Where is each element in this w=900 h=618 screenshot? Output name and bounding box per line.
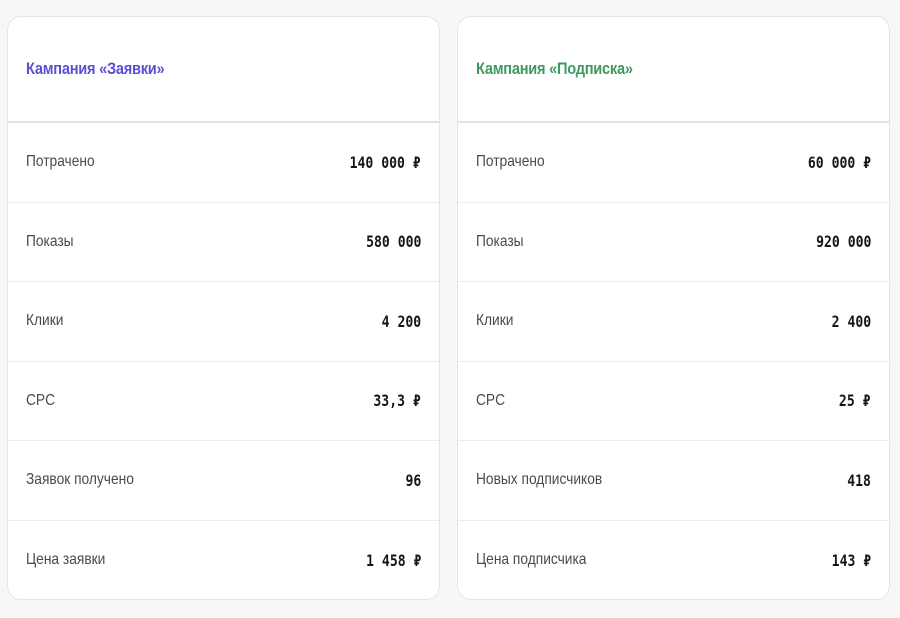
- metric-row-cpc: CPC 25 ₽: [458, 362, 889, 441]
- metric-label: Цена подписчика: [476, 551, 587, 569]
- metric-label: CPC: [476, 391, 506, 409]
- metric-label: Клики: [476, 312, 514, 330]
- metric-row-impressions: Показы 580 000: [8, 203, 439, 282]
- metric-row-clicks: Клики 2 400: [458, 282, 889, 362]
- metric-row-new-subscribers: Новых подписчиков 418: [458, 441, 889, 521]
- card-header: Кампания «Заявки»: [8, 17, 439, 123]
- metric-value: 2 400: [831, 311, 871, 331]
- campaign-title: Кампания «Заявки»: [26, 59, 165, 78]
- metric-row-lead-cost: Цена заявки 1 458 ₽: [8, 521, 439, 600]
- card-header: Кампания «Подписка»: [458, 17, 889, 123]
- metric-row-leads-received: Заявок получено 96: [8, 441, 439, 521]
- metric-value: 920 000: [815, 232, 871, 252]
- metric-value: 33,3 ₽: [373, 391, 421, 411]
- metric-value: 1 458 ₽: [365, 550, 421, 570]
- metrics-list: Потрачено 140 000 ₽ Показы 580 000 Клики…: [8, 123, 439, 600]
- metric-label: Показы: [26, 232, 74, 250]
- metric-label: Потрачено: [476, 153, 545, 171]
- metric-label: Показы: [476, 232, 524, 250]
- metric-value: 25 ₽: [839, 391, 871, 411]
- metric-label: Новых подписчиков: [476, 471, 603, 489]
- metric-row-impressions: Показы 920 000: [458, 203, 889, 282]
- metric-value: 580 000: [365, 232, 421, 252]
- metric-label: CPC: [26, 391, 56, 409]
- metric-label: Потрачено: [26, 153, 95, 171]
- metric-value: 140 000 ₽: [349, 152, 421, 172]
- campaign-card-leads: Кампания «Заявки» Потрачено 140 000 ₽ По…: [7, 16, 440, 600]
- metric-row-cpc: CPC 33,3 ₽: [8, 362, 439, 441]
- metric-value: 418: [847, 470, 871, 490]
- metric-value: 96: [405, 470, 421, 490]
- metric-label: Заявок получено: [26, 471, 134, 489]
- metric-row-spent: Потрачено 140 000 ₽: [8, 123, 439, 203]
- metric-value: 60 000 ₽: [807, 152, 871, 172]
- metrics-list: Потрачено 60 000 ₽ Показы 920 000 Клики …: [458, 123, 889, 600]
- metric-row-clicks: Клики 4 200: [8, 282, 439, 362]
- metric-value: 4 200: [381, 311, 421, 331]
- campaign-cards: Кампания «Заявки» Потрачено 140 000 ₽ По…: [7, 16, 890, 600]
- campaign-card-subscription: Кампания «Подписка» Потрачено 60 000 ₽ П…: [457, 16, 890, 600]
- metric-value: 143 ₽: [831, 550, 871, 570]
- campaign-title: Кампания «Подписка»: [476, 59, 633, 78]
- metric-label: Клики: [26, 312, 64, 330]
- metric-label: Цена заявки: [26, 551, 106, 569]
- metric-row-subscriber-cost: Цена подписчика 143 ₽: [458, 521, 889, 600]
- metric-row-spent: Потрачено 60 000 ₽: [458, 123, 889, 203]
